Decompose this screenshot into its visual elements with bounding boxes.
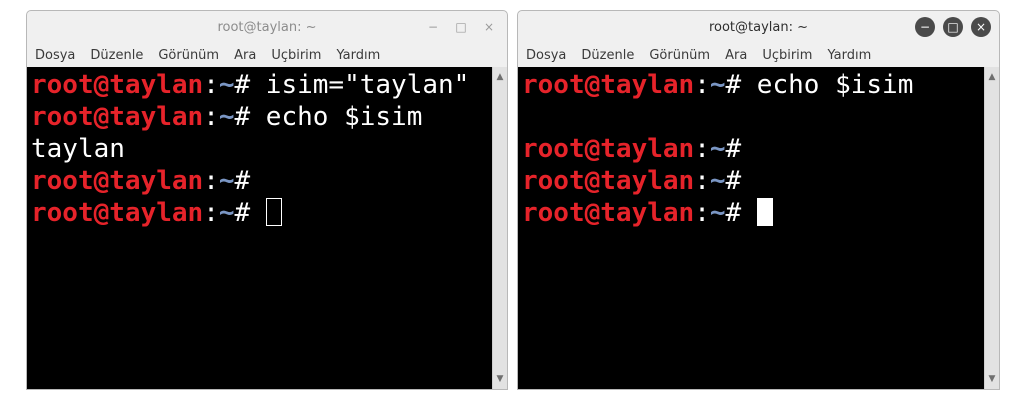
- prompt-hash: #: [725, 70, 742, 100]
- prompt-user: root@taylan: [522, 134, 695, 164]
- prompt-hash: #: [234, 198, 251, 228]
- terminal-line: root@taylan:~# isim="taylan": [31, 69, 488, 101]
- terminal-output[interactable]: root@taylan:~# isim="taylan" root@taylan:…: [27, 67, 492, 389]
- terminal-output[interactable]: root@taylan:~# echo $isim root@taylan:~# r…: [518, 67, 984, 389]
- prompt-colon: :: [694, 70, 710, 100]
- terminal-line: root@taylan:~#: [522, 165, 980, 197]
- prompt-path: ~: [709, 134, 726, 164]
- prompt-colon: :: [203, 70, 219, 100]
- text-cursor: [756, 198, 773, 226]
- prompt-hash: #: [725, 166, 742, 196]
- menu-dosya[interactable]: Dosya: [35, 48, 75, 63]
- menu-yardim[interactable]: Yardım: [827, 48, 871, 63]
- window-title: root@taylan: ~: [217, 19, 317, 35]
- prompt-hash: #: [725, 134, 742, 164]
- menu-bar: Dosya Düzenle Görünüm Ara Uçbirim Yardım: [27, 43, 507, 67]
- scroll-down-icon[interactable]: ▼: [493, 373, 507, 385]
- menu-yardim[interactable]: Yardım: [336, 48, 380, 63]
- prompt-colon: :: [694, 134, 710, 164]
- scrollbar[interactable]: ▲ ▼: [984, 67, 999, 389]
- prompt-user: root@taylan: [522, 70, 695, 100]
- text-cursor: [265, 198, 282, 226]
- prompt-path: ~: [218, 166, 235, 196]
- terminal-line: root@taylan:~# echo $isim: [31, 101, 488, 133]
- prompt-hash: #: [725, 198, 742, 228]
- title-bar[interactable]: root@taylan: ~ − □ ×: [518, 11, 999, 43]
- scroll-up-icon[interactable]: ▲: [985, 71, 999, 83]
- menu-gorunum[interactable]: Görünüm: [158, 48, 219, 63]
- maximize-button[interactable]: □: [943, 17, 963, 37]
- minimize-button[interactable]: −: [423, 17, 443, 37]
- terminal-text: echo $isim: [741, 70, 914, 100]
- terminal-line: root@taylan:~# echo $isim: [522, 69, 980, 101]
- prompt-path: ~: [709, 166, 726, 196]
- scroll-up-icon[interactable]: ▲: [493, 71, 507, 83]
- menu-ucbirim[interactable]: Uçbirim: [271, 48, 321, 63]
- terminal-line: root@taylan:~#: [522, 133, 980, 165]
- maximize-button[interactable]: □: [451, 17, 471, 37]
- menu-ucbirim[interactable]: Uçbirim: [762, 48, 812, 63]
- menu-ara[interactable]: Ara: [725, 48, 747, 63]
- menu-bar: Dosya Düzenle Görünüm Ara Uçbirim Yardım: [518, 43, 999, 67]
- prompt-user: root@taylan: [31, 166, 204, 196]
- scrollbar[interactable]: ▲ ▼: [492, 67, 507, 389]
- menu-ara[interactable]: Ara: [234, 48, 256, 63]
- prompt-colon: :: [694, 198, 710, 228]
- terminal-text: isim="taylan": [250, 70, 470, 100]
- minimize-button[interactable]: −: [915, 17, 935, 37]
- prompt-user: root@taylan: [31, 198, 204, 228]
- prompt-user: root@taylan: [522, 166, 695, 196]
- menu-gorunum[interactable]: Görünüm: [649, 48, 710, 63]
- menu-duzenle[interactable]: Düzenle: [581, 48, 634, 63]
- prompt-colon: :: [694, 166, 710, 196]
- terminal-text: echo $isim: [250, 102, 423, 132]
- prompt-hash: #: [234, 166, 251, 196]
- terminal-window-left[interactable]: root@taylan: ~ − □ × Dosya Düzenle Görün…: [26, 10, 508, 390]
- terminal-line: root@taylan:~#: [522, 197, 980, 229]
- title-bar[interactable]: root@taylan: ~ − □ ×: [27, 11, 507, 43]
- terminal-line: root@taylan:~#: [31, 197, 488, 229]
- prompt-user: root@taylan: [522, 198, 695, 228]
- terminal-line: taylan: [31, 133, 488, 165]
- scroll-down-icon[interactable]: ▼: [985, 373, 999, 385]
- prompt-path: ~: [709, 70, 726, 100]
- prompt-path: ~: [218, 198, 235, 228]
- terminal-line: root@taylan:~#: [31, 165, 488, 197]
- close-button[interactable]: ×: [479, 17, 499, 37]
- prompt-colon: :: [203, 102, 219, 132]
- prompt-path: ~: [218, 102, 235, 132]
- prompt-path: ~: [709, 198, 726, 228]
- prompt-hash: #: [234, 102, 251, 132]
- window-title: root@taylan: ~: [708, 19, 809, 35]
- close-button[interactable]: ×: [971, 17, 991, 37]
- prompt-colon: :: [203, 198, 219, 228]
- prompt-user: root@taylan: [31, 102, 204, 132]
- prompt-colon: :: [203, 166, 219, 196]
- prompt-hash: #: [234, 70, 251, 100]
- prompt-path: ~: [218, 70, 235, 100]
- terminal-text: taylan: [31, 134, 125, 164]
- terminal-window-right[interactable]: root@taylan: ~ − □ × Dosya Düzenle Görün…: [517, 10, 1000, 390]
- prompt-user: root@taylan: [31, 70, 204, 100]
- menu-dosya[interactable]: Dosya: [526, 48, 566, 63]
- menu-duzenle[interactable]: Düzenle: [90, 48, 143, 63]
